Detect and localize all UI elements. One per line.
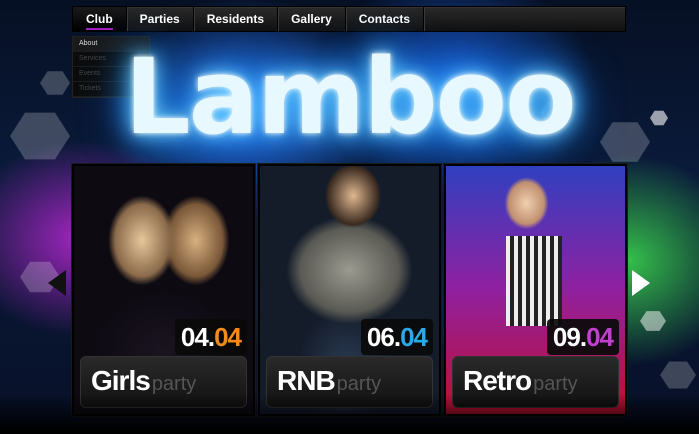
nav-item-residents[interactable]: Residents (194, 7, 279, 31)
date-badge: 06.04 (360, 319, 433, 355)
nav-item-label: Gallery (291, 12, 332, 26)
nav-item-parties[interactable]: Parties (127, 7, 194, 31)
nav-item-club[interactable]: Club (73, 7, 127, 31)
main-nav: Club Parties Residents Gallery Contacts (72, 6, 626, 32)
nav-item-label: Club (86, 12, 113, 30)
party-card-retro[interactable]: 09.04 Retro party (444, 164, 627, 416)
party-title: Girls party (91, 365, 197, 396)
nav-item-gallery[interactable]: Gallery (278, 7, 346, 31)
nav-item-contacts[interactable]: Contacts (346, 7, 425, 31)
date-month: 04 (214, 322, 242, 352)
chevron-left-icon[interactable] (48, 270, 66, 296)
date-day: 04. (180, 322, 215, 352)
party-suffix: party (336, 373, 382, 395)
date-badge: 09.04 (546, 319, 619, 355)
floor-reflection (0, 394, 699, 434)
date-month: 04 (400, 322, 428, 352)
date-badge: 04.04 (174, 319, 247, 355)
party-title: Retro party (463, 365, 578, 396)
party-suffix: party (533, 373, 578, 395)
date-day: 06. (366, 322, 401, 352)
nav-item-label: Contacts (358, 12, 411, 26)
date-month: 04 (586, 322, 614, 352)
date-day: 09. (552, 322, 587, 352)
party-card-girls[interactable]: 04.04 Girls party (72, 164, 255, 416)
nav-item-label: Parties (139, 12, 180, 26)
site-logo[interactable]: Lamboo (0, 36, 699, 158)
chevron-right-icon[interactable] (632, 270, 650, 296)
party-card-rnb[interactable]: 06.04 RNB party (258, 164, 441, 416)
nav-item-label: Residents (206, 12, 265, 26)
party-title: RNB party (277, 365, 382, 396)
party-suffix: party (151, 373, 197, 395)
